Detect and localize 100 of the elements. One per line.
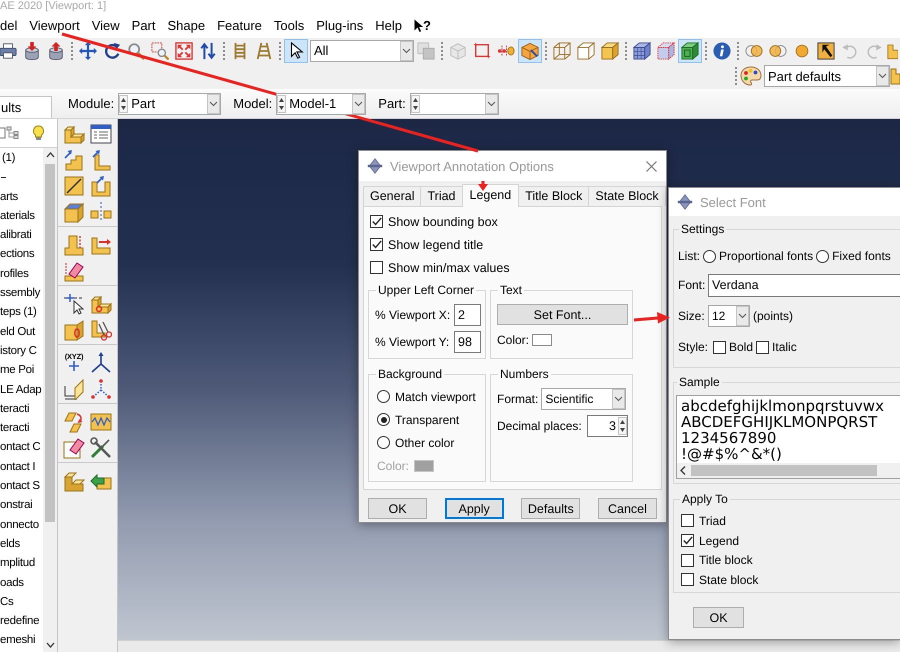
- l-block-ring-icon[interactable]: [90, 293, 112, 315]
- spinner-arrows-icon[interactable]: [618, 417, 627, 435]
- tree-item[interactable]: ontact I: [0, 458, 43, 478]
- tree-item[interactable]: onstrai: [0, 496, 43, 516]
- tree-item[interactable]: oads: [0, 574, 43, 593]
- scroll-thumb[interactable]: [45, 164, 55, 522]
- selection-filter-select[interactable]: All: [310, 40, 414, 62]
- tree-item[interactable]: teracti: [0, 400, 43, 420]
- bracket-icon[interactable]: [0, 127, 6, 139]
- checkbox[interactable]: [370, 215, 383, 228]
- corner-arrow-icon[interactable]: [90, 149, 112, 171]
- block-ring-mark-icon[interactable]: [63, 319, 85, 341]
- mirror-line-icon[interactable]: [90, 201, 112, 223]
- tab[interactable]: Legend: [462, 184, 520, 207]
- tree-item[interactable]: teracti: [0, 419, 43, 438]
- axes-plane-icon[interactable]: [63, 378, 85, 400]
- l-block-scissors-icon[interactable]: [90, 319, 112, 341]
- spinner-arrows-icon[interactable]: [119, 94, 128, 112]
- set-font-button[interactable]: Set Font...: [497, 304, 628, 325]
- radio-button[interactable]: [816, 250, 830, 262]
- menu-item[interactable]: View: [86, 16, 126, 34]
- tree-item[interactable]: (1): [0, 149, 43, 168]
- close-button[interactable]: [646, 160, 657, 172]
- wave-panel-icon[interactable]: [90, 411, 112, 433]
- parallelograms-arrow-icon[interactable]: [63, 411, 85, 433]
- tree-item[interactable]: emeshi: [0, 631, 43, 651]
- cube-cap-icon[interactable]: [63, 201, 85, 223]
- tree-item[interactable]: onnecto: [0, 516, 43, 535]
- format-select[interactable]: Scientific: [541, 388, 626, 410]
- window-list-icon[interactable]: [90, 123, 112, 145]
- cube-arrow-button[interactable]: [518, 38, 542, 62]
- color-code-select[interactable]: Part defaults: [764, 65, 890, 87]
- module-select[interactable]: Part: [118, 92, 222, 114]
- dialog-button[interactable]: Apply: [444, 498, 504, 519]
- spinner-arrows-icon[interactable]: [410, 94, 420, 112]
- radio-button[interactable]: [377, 413, 390, 426]
- horizontal-scrollbar[interactable]: [677, 463, 900, 478]
- radio-button[interactable]: [377, 390, 390, 403]
- tree-item[interactable]: aterials: [0, 206, 43, 226]
- tree-item[interactable]: rofiles: [0, 264, 43, 284]
- tree-item[interactable]: Cs: [0, 592, 43, 612]
- tree-item[interactable]: eld Out: [0, 322, 43, 342]
- radio-button[interactable]: [377, 436, 390, 449]
- spinner-arrows-icon[interactable]: [277, 94, 286, 112]
- menu-item[interactable]: Viewport: [23, 16, 86, 34]
- color-swatch[interactable]: [414, 460, 434, 472]
- menu-item[interactable]: del: [0, 16, 24, 34]
- tree-item[interactable]: redefine: [0, 612, 43, 632]
- solid-mesh-button[interactable]: [678, 38, 702, 62]
- checkbox[interactable]: [681, 534, 694, 548]
- scroll-thumb[interactable]: [691, 465, 877, 476]
- checkbox[interactable]: [681, 514, 694, 528]
- l-block-icon[interactable]: [63, 123, 85, 145]
- t-block-dotted-icon[interactable]: [63, 234, 85, 256]
- stairs-arrow-icon[interactable]: [63, 149, 85, 171]
- menu-item[interactable]: Tools: [268, 16, 310, 34]
- color-swatch[interactable]: [532, 334, 552, 346]
- tree-item[interactable]: elds: [0, 534, 43, 554]
- checkbox[interactable]: [681, 573, 694, 586]
- number-field[interactable]: 2: [454, 304, 481, 326]
- checkbox[interactable]: [370, 261, 383, 274]
- number-field[interactable]: 98: [454, 330, 481, 352]
- tree-item[interactable]: istory C: [0, 342, 43, 362]
- checkbox[interactable]: [756, 340, 770, 354]
- vertical-scrollbar[interactable]: [43, 148, 57, 652]
- axis-triad-icon[interactable]: [90, 352, 112, 374]
- lightbulb-icon[interactable]: [32, 125, 44, 141]
- menu-item[interactable]: Shape: [162, 16, 212, 34]
- checkbox[interactable]: [681, 554, 694, 567]
- slash-tile-icon[interactable]: [63, 175, 85, 197]
- size-select[interactable]: 12: [708, 304, 750, 326]
- dialog-button[interactable]: OK: [693, 607, 744, 628]
- dotted-triad-icon[interactable]: [90, 378, 112, 400]
- dialog-button[interactable]: Cancel: [598, 498, 657, 519]
- tree-item[interactable]: ections: [0, 245, 43, 265]
- tree-item[interactable]: mplitud: [0, 554, 43, 574]
- tree-item[interactable]: LE Adap: [0, 380, 43, 400]
- wrench-screwdriver-icon[interactable]: [90, 437, 112, 459]
- menu-item[interactable]: Plug-ins: [310, 16, 370, 34]
- channel-arrow-icon[interactable]: [90, 175, 112, 197]
- dialog-button[interactable]: OK: [368, 498, 427, 519]
- dialog-button[interactable]: Defaults: [521, 498, 580, 519]
- tab[interactable]: General: [363, 186, 422, 206]
- tree-item[interactable]: teps (1): [0, 303, 43, 323]
- model-select[interactable]: Model-1: [276, 92, 366, 114]
- eraser-tile-icon[interactable]: [63, 437, 85, 459]
- tree-item[interactable]: ontact S: [0, 477, 43, 496]
- eraser-block-icon[interactable]: [63, 260, 85, 282]
- palette-icon[interactable]: [740, 66, 762, 86]
- tree-item[interactable]: alibrati: [0, 226, 43, 246]
- font-field[interactable]: Verdana: [708, 274, 900, 296]
- menu-item[interactable]: Part: [126, 16, 162, 34]
- whats-this-button[interactable]: ?: [412, 16, 433, 34]
- checkbox[interactable]: [370, 238, 383, 251]
- tree-item[interactable]: arts: [0, 188, 43, 207]
- menu-item[interactable]: Feature: [211, 16, 268, 34]
- panel-tab[interactable]: ults: [0, 96, 52, 118]
- tree-item[interactable]: ssembly: [0, 284, 43, 304]
- select-button[interactable]: [284, 38, 308, 62]
- tree-item[interactable]: ontact C: [0, 438, 43, 458]
